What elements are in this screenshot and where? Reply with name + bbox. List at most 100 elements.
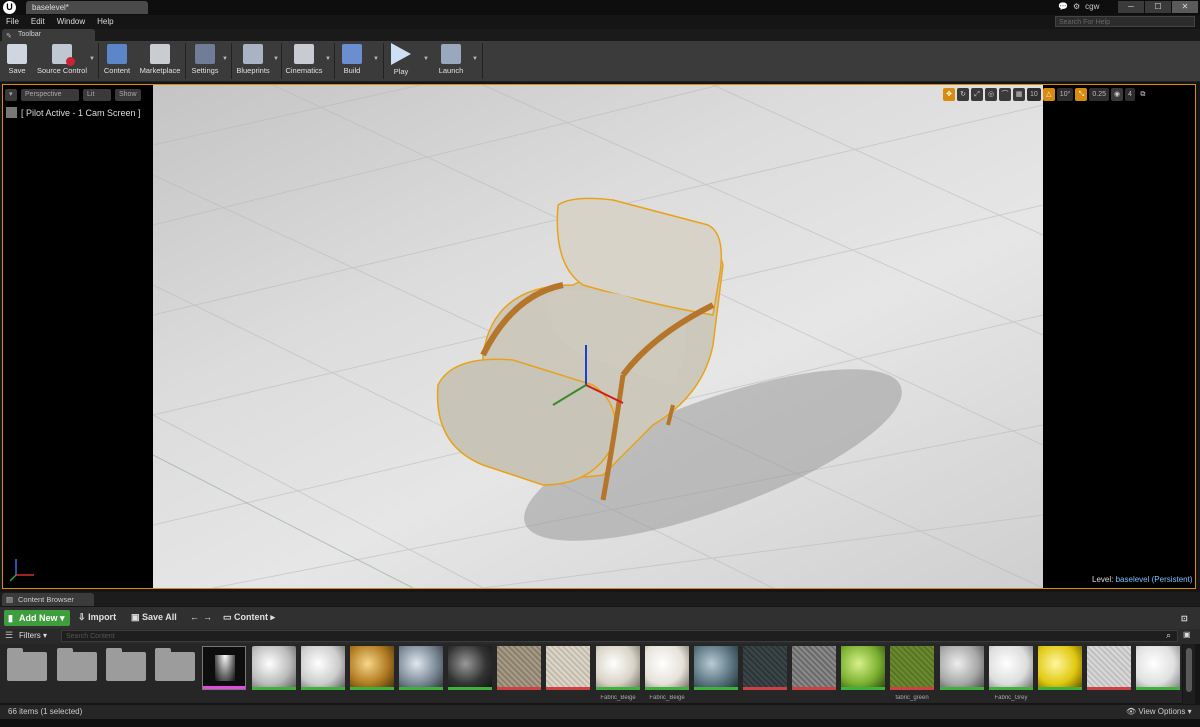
- asset-texture-fabric-green[interactable]: [890, 646, 934, 690]
- rotation-snap-value[interactable]: 10°: [1056, 88, 1074, 101]
- source-control-dropdown-icon[interactable]: ▼: [89, 56, 95, 62]
- folder-icon: ▭: [223, 612, 232, 622]
- asset-texture[interactable]: [1087, 646, 1131, 690]
- help-search-input[interactable]: Search For Help: [1055, 16, 1195, 27]
- asset-texture[interactable]: [792, 646, 836, 690]
- sources-panel-toggle-icon[interactable]: ☰: [5, 630, 13, 641]
- rotation-snap-icon[interactable]: △: [1042, 88, 1055, 101]
- scale-icon[interactable]: ⤢: [971, 88, 983, 101]
- account-name[interactable]: cgw: [1085, 2, 1099, 11]
- asset-material-fabric-grey[interactable]: [989, 646, 1033, 690]
- world-local-icon[interactable]: ◎: [985, 88, 997, 101]
- level-name[interactable]: baselevel (Persistent): [1116, 575, 1193, 584]
- menu-edit[interactable]: Edit: [25, 15, 51, 29]
- minimize-button[interactable]: ─: [1118, 1, 1144, 13]
- armchair-model[interactable]: [153, 85, 1043, 588]
- asset-material[interactable]: [694, 646, 738, 690]
- close-button[interactable]: ✕: [1172, 1, 1198, 13]
- save-search-icon[interactable]: ▣: [1183, 630, 1191, 639]
- cinematics-dropdown-icon[interactable]: ▼: [325, 56, 331, 62]
- lighting-button[interactable]: Lit: [83, 89, 111, 101]
- asset-material[interactable]: [399, 646, 443, 690]
- level-tab[interactable]: baselevel*: [26, 1, 148, 14]
- asset-light-profile[interactable]: [202, 646, 246, 690]
- content-browser-tab[interactable]: ▤ Content Browser: [2, 593, 94, 606]
- save-button[interactable]: Save: [3, 41, 31, 81]
- scrollbar-thumb[interactable]: [1186, 648, 1192, 692]
- filters-dropdown[interactable]: Filters ▾: [19, 631, 47, 640]
- menu-window[interactable]: Window: [51, 15, 91, 29]
- maximize-button[interactable]: ☐: [1145, 1, 1171, 13]
- history-forward-button[interactable]: →: [203, 612, 212, 622]
- chat-icon[interactable]: 💬: [1058, 2, 1068, 11]
- add-new-label: Add New: [19, 613, 58, 623]
- source-control-status-icon[interactable]: ⚙: [1073, 2, 1080, 11]
- settings-dropdown-icon[interactable]: ▼: [222, 56, 228, 62]
- asset-material-fabric-beige[interactable]: [596, 646, 640, 690]
- build-button[interactable]: Build: [336, 41, 368, 81]
- grid-snap-icon[interactable]: ▦: [1013, 88, 1025, 101]
- add-new-button[interactable]: ▮ Add New ▾: [4, 610, 70, 626]
- asset-material[interactable]: [841, 646, 885, 690]
- import-button[interactable]: ⇩ Import: [78, 612, 116, 623]
- translate-icon[interactable]: ✥: [943, 88, 955, 101]
- surface-snap-icon[interactable]: ⌒: [999, 88, 1011, 101]
- blueprints-button[interactable]: Blueprints: [233, 41, 273, 81]
- menu-help[interactable]: Help: [91, 15, 119, 29]
- content-button[interactable]: Content: [101, 41, 133, 81]
- asset-folder[interactable]: [155, 648, 195, 681]
- asset-material[interactable]: [448, 646, 492, 690]
- asset-material[interactable]: [1038, 646, 1082, 690]
- play-button[interactable]: Play: [386, 41, 416, 81]
- view-options-button[interactable]: 👁 View Options ▾: [1126, 707, 1192, 716]
- eject-icon[interactable]: [6, 107, 17, 118]
- blueprints-dropdown-icon[interactable]: ▼: [273, 56, 279, 62]
- view-mode-button[interactable]: Perspective: [21, 89, 79, 101]
- settings-label: Settings: [191, 66, 219, 75]
- camera-speed-icon[interactable]: ◉: [1111, 88, 1124, 101]
- maximize-viewport-icon[interactable]: ⧉: [1137, 88, 1149, 101]
- play-dropdown-icon[interactable]: ▼: [423, 56, 429, 62]
- rotate-icon[interactable]: ↻: [957, 88, 969, 101]
- launch-dropdown-icon[interactable]: ▼: [472, 56, 478, 62]
- source-control-button[interactable]: Source Control: [34, 41, 90, 81]
- cinematics-button[interactable]: Cinematics: [283, 41, 325, 81]
- asset-material[interactable]: [350, 646, 394, 690]
- menu-file[interactable]: File: [0, 15, 25, 29]
- asset-scrollbar[interactable]: [1183, 644, 1195, 704]
- content-search-input[interactable]: Search Content: [61, 630, 1178, 642]
- asset-folder[interactable]: [57, 648, 97, 681]
- asset-texture[interactable]: [497, 646, 541, 690]
- lock-icon[interactable]: ⊡: [1181, 614, 1188, 623]
- asset-texture[interactable]: [743, 646, 787, 690]
- launch-button[interactable]: Launch: [435, 41, 467, 81]
- settings-button[interactable]: Settings: [188, 41, 222, 81]
- search-icon[interactable]: ⌕: [1166, 630, 1171, 641]
- asset-material[interactable]: [940, 646, 984, 690]
- toolbar-divider: [98, 43, 99, 79]
- account-area: 💬 ⚙ cgw: [1058, 2, 1099, 11]
- path-breadcrumb[interactable]: ▭ Content ▸: [223, 612, 275, 623]
- scale-snap-value[interactable]: 0.25: [1089, 88, 1110, 101]
- asset-material[interactable]: [252, 646, 296, 690]
- marketplace-label: Marketplace: [139, 66, 181, 75]
- marketplace-button[interactable]: Marketplace: [137, 41, 183, 81]
- view-options-label: View Options: [1138, 707, 1186, 716]
- asset-material-fabric-beige[interactable]: [645, 646, 689, 690]
- history-back-button[interactable]: ←: [190, 612, 199, 622]
- show-button[interactable]: Show: [115, 89, 141, 101]
- save-all-button[interactable]: ▣ Save All: [131, 612, 177, 623]
- asset-texture[interactable]: [546, 646, 590, 690]
- viewport-options-dropdown[interactable]: ▾: [5, 89, 17, 101]
- camera-speed-value[interactable]: 4: [1125, 88, 1135, 101]
- toolbar-tab[interactable]: ✎ Toolbar: [2, 29, 95, 41]
- scale-snap-icon[interactable]: ⤡: [1075, 88, 1088, 101]
- grid-snap-value[interactable]: 10: [1027, 88, 1041, 101]
- asset-material[interactable]: [301, 646, 345, 690]
- asset-material[interactable]: [1136, 646, 1180, 690]
- build-dropdown-icon[interactable]: ▼: [373, 56, 379, 62]
- asset-folder[interactable]: [7, 648, 47, 681]
- window-controls: ─ ☐ ✕: [1118, 1, 1198, 13]
- viewport-scene[interactable]: [153, 85, 1043, 588]
- asset-folder[interactable]: [106, 648, 146, 681]
